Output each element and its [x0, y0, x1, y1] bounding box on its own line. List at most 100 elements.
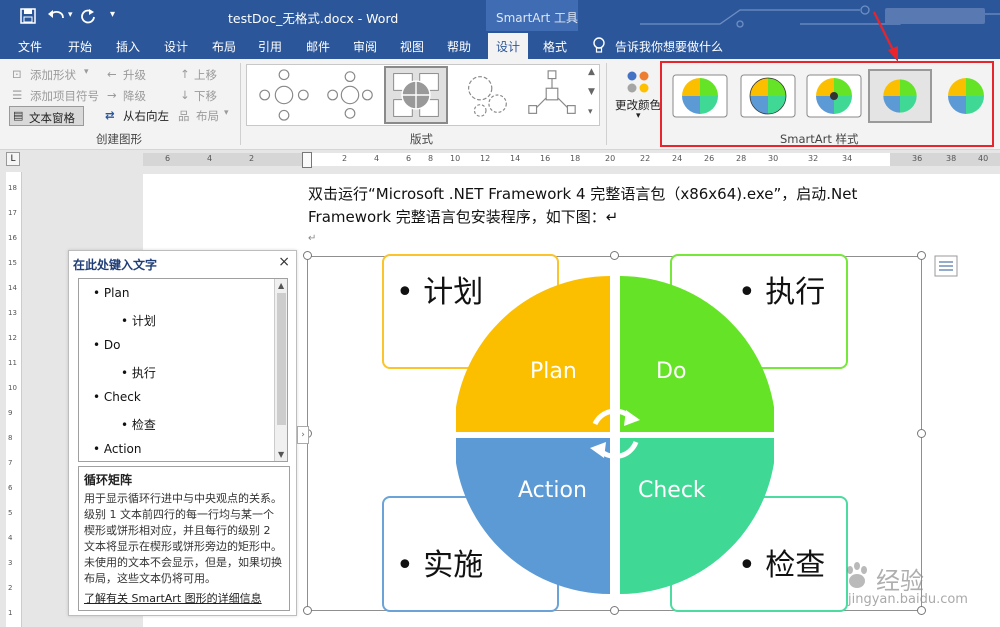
- list-item[interactable]: • 计划: [121, 312, 156, 329]
- quadrant-plan[interactable]: [456, 276, 610, 432]
- ruler-label: 26: [704, 154, 715, 163]
- quadrant-label-action: Action: [518, 478, 587, 503]
- undo-icon[interactable]: [46, 8, 66, 24]
- list-item[interactable]: • 检查: [121, 416, 156, 433]
- gallery-scroll-down-icon[interactable]: ▼: [588, 87, 595, 97]
- add-shape-button[interactable]: 添加形状: [30, 67, 76, 83]
- resize-handle[interactable]: [917, 251, 926, 260]
- list-item[interactable]: • Do: [93, 338, 121, 352]
- quadrant-label-check: Check: [638, 478, 706, 503]
- layout-button[interactable]: 布局: [196, 108, 219, 124]
- tab-insert[interactable]: 插入: [116, 38, 140, 55]
- layout-gear[interactable]: [454, 66, 518, 124]
- tab-design[interactable]: 设计: [164, 38, 188, 55]
- ruler-label: 16: [540, 154, 551, 163]
- vertical-ruler: 18 17 16 15 14 13 12 11 10 9 8 7 6 5 4 3…: [6, 172, 22, 627]
- tell-me-search[interactable]: 告诉我你想要做什么: [615, 38, 723, 55]
- close-icon[interactable]: ×: [278, 254, 290, 270]
- vruler-label: 17: [8, 209, 17, 217]
- vruler-label: 18: [8, 184, 17, 192]
- list-item[interactable]: • Check: [93, 390, 141, 404]
- tab-help[interactable]: 帮助: [447, 38, 471, 55]
- learn-more-link[interactable]: 了解有关 SmartArt 图形的详细信息: [84, 590, 262, 606]
- layout-basic-cycle[interactable]: [318, 66, 382, 124]
- redo-icon[interactable]: [80, 8, 96, 24]
- tab-references[interactable]: 引用: [258, 38, 282, 55]
- ruler-label: 38: [946, 154, 957, 163]
- vruler-label: 12: [8, 334, 17, 342]
- vruler-label: 15: [8, 259, 17, 267]
- text-pane-label: 文本窗格: [29, 111, 75, 125]
- vruler-label: 5: [8, 509, 13, 517]
- list-item[interactable]: • 执行: [121, 364, 156, 381]
- gallery-more-icon[interactable]: ▾: [588, 107, 593, 117]
- ruler-label: 8: [428, 154, 434, 163]
- create-graphic-group-label: 创建图形: [96, 132, 142, 146]
- paragraph-mark: ↵: [308, 233, 317, 244]
- list-item[interactable]: • Action: [93, 442, 142, 456]
- change-colors-dropdown-icon[interactable]: ▾: [636, 111, 641, 121]
- demote-icon: →: [107, 88, 117, 102]
- tab-review[interactable]: 审阅: [353, 38, 377, 55]
- vruler-label: 7: [8, 459, 13, 467]
- vruler-label: 6: [8, 484, 13, 492]
- demote-button[interactable]: 降级: [123, 88, 146, 104]
- smartart-tools-label: SmartArt 工具: [496, 11, 578, 25]
- resize-handle[interactable]: [917, 606, 926, 615]
- customize-toolbar-icon[interactable]: ▾: [110, 9, 115, 20]
- tab-home[interactable]: 开始: [68, 38, 92, 55]
- layout-converging[interactable]: [520, 66, 584, 124]
- save-icon[interactable]: [20, 8, 36, 24]
- resize-handle[interactable]: [610, 251, 619, 260]
- tab-smartart-design[interactable]: 设计: [488, 33, 529, 59]
- ruler-label: 6: [165, 154, 171, 163]
- text-pane-bullet-list[interactable]: • Plan • 计划 • Do • 执行 • Check • 检查 • Act…: [78, 278, 288, 462]
- move-down-button[interactable]: 下移: [194, 88, 217, 104]
- resize-handle[interactable]: [610, 606, 619, 615]
- undo-dropdown-icon[interactable]: ▾: [68, 10, 73, 20]
- scroll-down-icon[interactable]: ▼: [278, 450, 284, 459]
- move-up-icon: ↑: [180, 67, 190, 81]
- right-to-left-button[interactable]: 从右向左: [123, 108, 169, 124]
- layout-dropdown-icon[interactable]: ▾: [224, 108, 229, 118]
- layout-radial-cycle[interactable]: [252, 66, 316, 124]
- add-bullet-button[interactable]: 添加项目符号: [30, 88, 99, 104]
- ruler-label: 2: [342, 154, 348, 163]
- document-paragraph-line-1[interactable]: 双击运行“Microsoft .NET Framework 4 完整语言包（x8…: [308, 183, 857, 204]
- tab-selector-icon[interactable]: L: [6, 152, 20, 166]
- ruler-label: 14: [510, 154, 521, 163]
- tab-file[interactable]: 文件: [18, 38, 42, 55]
- layout-cycle-matrix-selected[interactable]: [384, 66, 448, 124]
- text-pane-title: 在此处键入文字: [73, 258, 158, 272]
- ruler-label: 32: [808, 154, 819, 163]
- promote-button[interactable]: 升级: [123, 67, 146, 83]
- tab-mailings[interactable]: 邮件: [306, 38, 330, 55]
- gallery-scroll-up-icon[interactable]: ▲: [588, 67, 595, 77]
- move-up-button[interactable]: 上移: [194, 67, 217, 83]
- text-pane-scrollbar[interactable]: ▲ ▼: [274, 279, 287, 461]
- scroll-up-icon[interactable]: ▲: [278, 281, 284, 290]
- highlight-box: [660, 61, 994, 147]
- layout-icon: 品: [178, 109, 190, 123]
- quadrant-check[interactable]: [620, 438, 774, 594]
- scroll-thumb[interactable]: [277, 293, 286, 425]
- tab-layout[interactable]: 布局: [212, 38, 236, 55]
- layout-options-icon[interactable]: [934, 255, 958, 277]
- vruler-label: 1: [8, 609, 13, 617]
- tab-view[interactable]: 视图: [400, 38, 424, 55]
- collapse-text-pane-icon[interactable]: ›: [297, 426, 309, 444]
- text-pane-button[interactable]: ▤ 文本窗格: [9, 106, 84, 126]
- quadrant-do[interactable]: [620, 276, 774, 432]
- resize-handle[interactable]: [303, 606, 312, 615]
- list-item[interactable]: • Plan: [93, 286, 129, 300]
- indent-marker[interactable]: [302, 152, 312, 168]
- add-shape-dropdown-icon[interactable]: ▾: [84, 67, 89, 77]
- resize-handle[interactable]: [303, 251, 312, 260]
- quadrant-action[interactable]: [456, 438, 610, 594]
- document-paragraph-line-2[interactable]: Framework 完整语言包安装程序，如下图：↵: [308, 206, 618, 227]
- tab-smartart-format[interactable]: 格式: [543, 38, 567, 55]
- layouts-group-label: 版式: [410, 132, 433, 146]
- vruler-label: 4: [8, 534, 13, 542]
- vruler-label: 14: [8, 284, 17, 292]
- resize-handle[interactable]: [917, 429, 926, 438]
